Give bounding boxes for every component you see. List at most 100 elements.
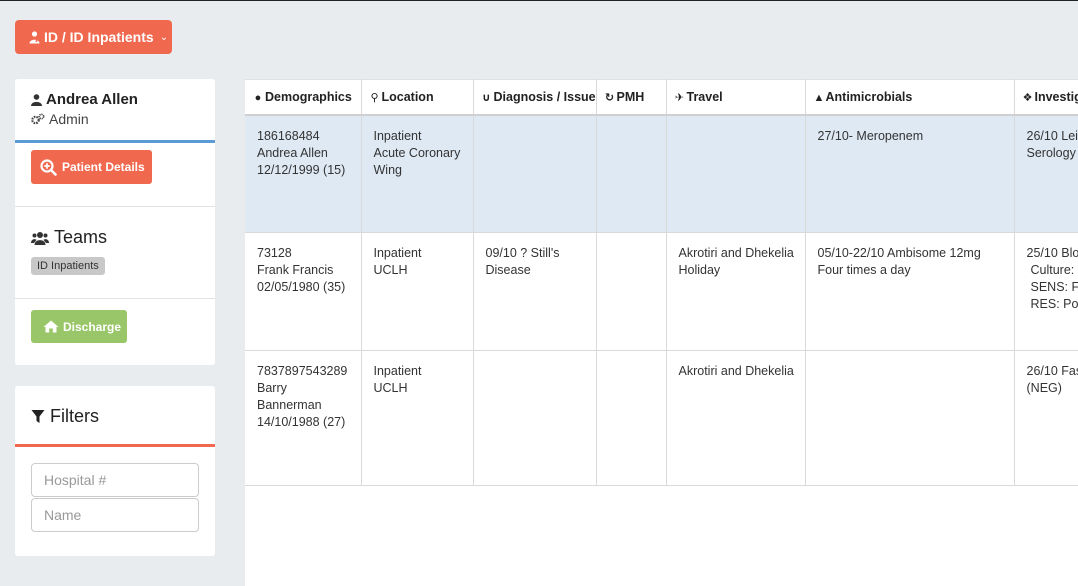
chevron-down-icon: ⌄ xyxy=(159,31,169,43)
table-row[interactable]: 186168484 Andrea Allen 12/12/1999 (15) Inpa… xyxy=(245,114,1078,233)
location-line: UCLH xyxy=(373,263,408,277)
column-header-investigations[interactable]: ❖Investigations xyxy=(1014,79,1078,116)
column-header-label: Location xyxy=(381,89,434,104)
list-switcher-button[interactable]: ID / ID Inpatients ⌄ xyxy=(15,20,172,54)
location-line: Inpatient xyxy=(373,364,422,378)
travel-line: Akrotiri and Dhekelia xyxy=(678,246,794,260)
cell-investigations[interactable]: 25/10 Blood Culture: Gram SENS: Fosfomycin… xyxy=(1014,232,1078,351)
teams-title-row: Teams xyxy=(31,227,215,248)
user-name-row: Andrea Allen xyxy=(31,91,199,108)
demographics-line: 02/05/1980 (35) xyxy=(257,280,346,294)
column-header-label: Antimicrobials xyxy=(825,89,913,104)
location-line: Acute Coronary xyxy=(373,145,461,160)
column-header-diagnosis[interactable]: ∪ Diagnosis / Issues xyxy=(473,79,597,116)
cell-diagnosis[interactable]: 09/10 ? Still's Disease xyxy=(473,232,597,351)
column-header-location[interactable]: ⚲ Location xyxy=(361,79,474,116)
demographics-line: 12/12/1999 (15) xyxy=(257,162,346,177)
patient-list: ● Demographics ⚲ Location ∪ Diagnosis / Iss… xyxy=(245,79,1078,586)
cell-antimicrobials[interactable]: 05/10-22/10 Ambisome 12mg Four times a da… xyxy=(805,232,1015,351)
cell-location[interactable]: Inpatient UCLH xyxy=(361,350,474,486)
column-header-label: Investigations xyxy=(1034,89,1078,104)
demographics-line: 14/10/1988 (27) xyxy=(257,415,346,429)
column-header-demographics[interactable]: ● Demographics xyxy=(245,79,362,116)
plane-icon: ✈ xyxy=(674,91,685,104)
diagnosis-line: 09/10 ? Still's xyxy=(485,246,560,260)
cell-travel[interactable]: Akrotiri and Dhekelia Holiday xyxy=(666,232,806,351)
antimicrobials-line: Four times a day xyxy=(817,263,911,277)
filters-header: Filters xyxy=(15,386,215,447)
location-line: Inpatient xyxy=(373,128,422,143)
column-header-label: Travel xyxy=(686,89,723,104)
discharge-section: Discharge xyxy=(15,299,215,343)
cell-pmh[interactable] xyxy=(596,232,667,351)
doctor-icon xyxy=(29,30,40,43)
cogs-icon xyxy=(31,113,45,125)
user-icon: ● xyxy=(254,91,262,104)
column-header-travel[interactable]: ✈ Travel xyxy=(666,79,806,116)
table-header-row: ● Demographics ⚲ Location ∪ Diagnosis / Iss… xyxy=(245,79,1078,116)
name-input[interactable] xyxy=(31,498,199,532)
cell-investigations[interactable]: 26/10 Leishmania Serology (NEG) xyxy=(1014,114,1078,233)
column-header-label: PMH xyxy=(616,89,645,104)
travel-line: Holiday xyxy=(678,263,721,277)
cell-pmh[interactable] xyxy=(596,350,667,486)
window-top-border xyxy=(0,0,1078,1)
list-switcher-label: ID / ID Inpatients xyxy=(44,29,154,45)
demographics-line: 186168484 xyxy=(257,128,320,143)
investigations-line: 26/10 Fasciola xyxy=(1026,364,1078,378)
column-header-label: Demographics xyxy=(265,89,352,104)
history-icon: ↻ xyxy=(604,91,615,104)
investigations-line: Culture: Gram xyxy=(1030,263,1078,277)
antimicrobials-line: 05/10-22/10 Ambisome 12mg xyxy=(817,246,981,260)
table-row[interactable]: 73128 Frank Francis 02/05/1980 (35) Inpatie… xyxy=(245,232,1078,351)
location-line: Wing xyxy=(373,162,402,177)
cell-pmh[interactable] xyxy=(596,114,667,233)
investigations-line: Serology (NEG) xyxy=(1026,145,1078,160)
teams-section: Teams ID Inpatients xyxy=(15,207,215,299)
investigations-line: 25/10 Blood xyxy=(1026,246,1078,260)
cell-demographics[interactable]: 7837897543289 Barry Bannerman 14/10/1988 (2… xyxy=(245,350,362,486)
column-header-label: Diagnosis / Issues xyxy=(493,89,596,104)
table-row[interactable]: 7837897543289 Barry Bannerman 14/10/1988 (2… xyxy=(245,350,1078,486)
user-role-row: Admin xyxy=(31,111,199,127)
diagnosis-line: Disease xyxy=(485,263,531,277)
users-icon xyxy=(31,231,49,245)
patient-table: ● Demographics ⚲ Location ∪ Diagnosis / Iss… xyxy=(245,79,1078,486)
cell-location[interactable]: Inpatient Acute Coronary Wing xyxy=(361,114,474,233)
column-header-antimicrobials[interactable]: ▲Antimicrobials xyxy=(805,79,1015,116)
cell-investigations[interactable]: 26/10 Fasciola (NEG) xyxy=(1014,350,1078,486)
demographics-line: Barry xyxy=(257,381,287,395)
antimicrobials-line: 27/10- Meropenem xyxy=(817,128,924,143)
cell-travel[interactable]: Akrotiri and Dhekelia xyxy=(666,350,806,486)
map-marker-icon: ⚲ xyxy=(370,91,379,104)
travel-line: Akrotiri and Dhekelia xyxy=(678,364,794,378)
cell-antimicrobials[interactable]: 27/10- Meropenem xyxy=(805,114,1015,233)
patient-actions: Patient Details xyxy=(15,143,215,207)
discharge-label: Discharge xyxy=(63,319,122,334)
cell-travel[interactable] xyxy=(666,114,806,233)
search-plus-icon xyxy=(40,158,57,176)
cell-antimicrobials[interactable] xyxy=(805,350,1015,486)
user-role: Admin xyxy=(49,111,89,127)
cell-diagnosis[interactable] xyxy=(473,114,597,233)
location-line: Inpatient xyxy=(373,246,422,260)
user-panel: Andrea Allen Admin Patient Details Teams… xyxy=(15,79,215,365)
investigations-line: (NEG) xyxy=(1026,381,1062,395)
table-body: 186168484 Andrea Allen 12/12/1999 (15) Inpa… xyxy=(245,114,1078,486)
column-header-pmh[interactable]: ↻ PMH xyxy=(596,79,667,116)
discharge-button[interactable]: Discharge xyxy=(31,310,127,343)
flask-icon: ▲ xyxy=(813,91,825,104)
cell-diagnosis[interactable] xyxy=(473,350,597,486)
cell-demographics[interactable]: 73128 Frank Francis 02/05/1980 (35) xyxy=(245,232,362,351)
hospital-number-input[interactable] xyxy=(31,463,199,497)
cell-location[interactable]: Inpatient UCLH xyxy=(361,232,474,351)
patient-details-button[interactable]: Patient Details xyxy=(31,150,152,184)
team-badge[interactable]: ID Inpatients xyxy=(31,257,105,275)
demographics-line: Frank Francis xyxy=(257,263,334,277)
stethoscope-icon: ∪ xyxy=(482,91,491,104)
cell-demographics[interactable]: 186168484 Andrea Allen 12/12/1999 (15) xyxy=(245,114,362,233)
demographics-line: 73128 xyxy=(257,246,292,260)
filter-icon xyxy=(31,410,45,423)
home-icon xyxy=(43,320,59,333)
location-line: UCLH xyxy=(373,381,408,395)
